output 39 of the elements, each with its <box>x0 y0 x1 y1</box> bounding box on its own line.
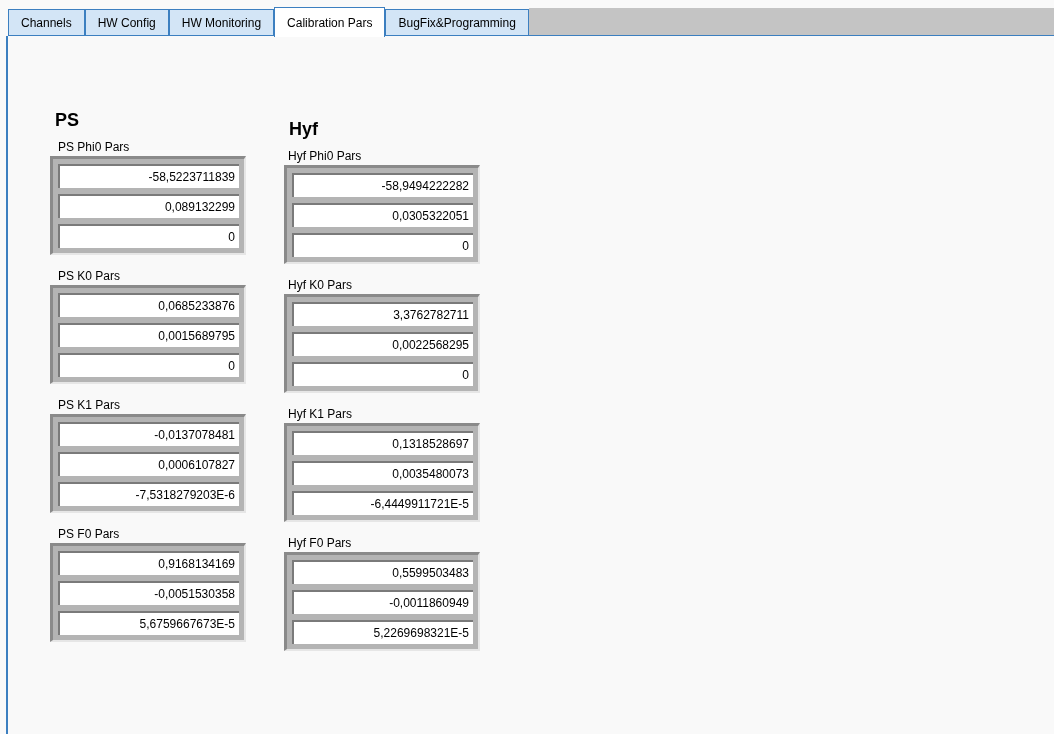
numeric-indicator: 5,6759667673E-5 <box>58 611 239 635</box>
numeric-indicator: 0,089132299 <box>58 194 239 218</box>
numeric-indicator: 0 <box>58 353 239 377</box>
array-label: Hyf K0 Pars <box>287 277 353 294</box>
numeric-indicator: 3,3762782711 <box>292 302 473 326</box>
numeric-indicator: 0,0022568295 <box>292 332 473 356</box>
numeric-indicator: -0,0137078481 <box>58 422 239 446</box>
tab[interactable]: BugFix&Programming <box>385 9 529 36</box>
array-label: PS K1 Pars <box>57 397 121 414</box>
numeric-indicator: -58,9494222282 <box>292 173 473 197</box>
tab[interactable]: Channels <box>8 9 85 36</box>
numeric-indicator: 0 <box>292 362 473 386</box>
numeric-indicator: 0,0685233876 <box>58 293 239 317</box>
numeric-indicator: -7,5318279203E-6 <box>58 482 239 506</box>
numeric-indicator: 0 <box>58 224 239 248</box>
numeric-indicator: -0,0051530358 <box>58 581 239 605</box>
tab[interactable]: HW Config <box>84 9 169 36</box>
numeric-indicator: 0,1318528697 <box>292 431 473 455</box>
numeric-indicator: -0,0011860949 <box>292 590 473 614</box>
array-label: Hyf K1 Pars <box>287 406 353 423</box>
array-label: PS K0 Pars <box>57 268 121 285</box>
numeric-indicator: 0,0035480073 <box>292 461 473 485</box>
array-label: PS F0 Pars <box>57 526 120 543</box>
numeric-indicator: 0,0015689795 <box>58 323 239 347</box>
numeric-indicator: -58,5223711839 <box>58 164 239 188</box>
tab[interactable]: Calibration Pars <box>274 7 386 37</box>
section-heading: PS <box>54 109 80 132</box>
numeric-indicator: 0,9168134169 <box>58 551 239 575</box>
section-heading: Hyf <box>288 118 319 141</box>
array-label: Hyf F0 Pars <box>287 535 352 552</box>
array-label: Hyf Phi0 Pars <box>287 148 362 165</box>
numeric-indicator: 0 <box>292 233 473 257</box>
numeric-indicator: 0,0006107827 <box>58 452 239 476</box>
numeric-indicator: 0,0305322051 <box>292 203 473 227</box>
numeric-indicator: 0,5599503483 <box>292 560 473 584</box>
numeric-indicator: -6,4449911721E-5 <box>292 491 473 515</box>
array-label: PS Phi0 Pars <box>57 139 130 156</box>
tab[interactable]: HW Monitoring <box>168 9 275 36</box>
numeric-indicator: 5,2269698321E-5 <box>292 620 473 644</box>
